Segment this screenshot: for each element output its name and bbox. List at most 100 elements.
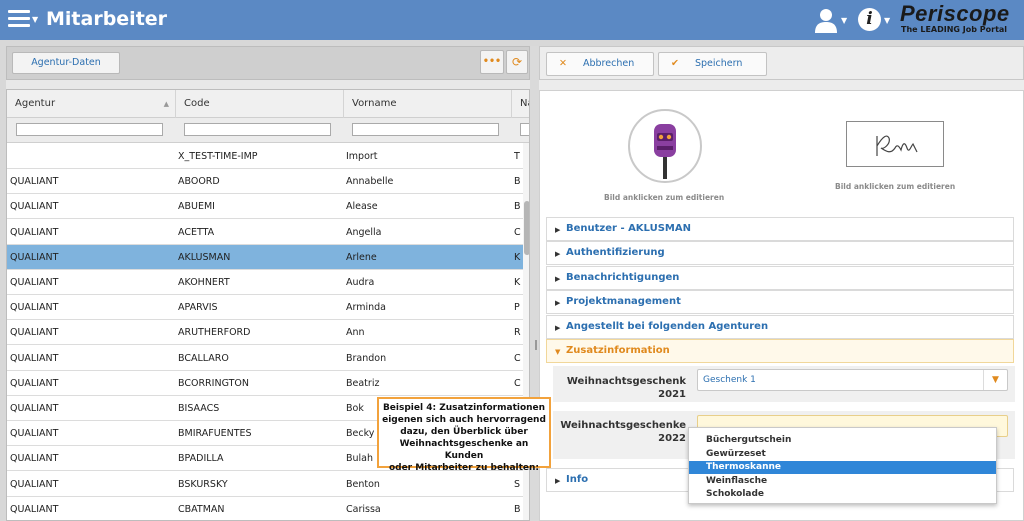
cell-code: APARVIS — [178, 302, 218, 314]
agentur-daten-button[interactable]: Agentur-Daten — [12, 52, 120, 74]
top-bar: ▼ Mitarbeiter ▼ i ▼ Periscope The LEADIN… — [0, 0, 1024, 40]
user-icon[interactable] — [813, 7, 839, 33]
cell-code: ABOORD — [178, 176, 220, 188]
cell-code: X_TEST-TIME-IMP — [178, 151, 258, 162]
cell-code: BSKURSKY — [178, 478, 228, 490]
refresh-icon[interactable]: ⟳ — [506, 50, 528, 74]
cell-nachname: S — [514, 478, 521, 490]
table-row[interactable]: QUALIANT APARVIS Arminda P — [7, 295, 523, 321]
save-button[interactable]: ✔ Speichern — [658, 52, 767, 76]
expand-triangle-icon: ▶ — [555, 226, 561, 234]
cell-agentur: QUALIANT — [10, 352, 59, 364]
cell-agentur: QUALIANT — [10, 428, 59, 440]
table-row[interactable]: QUALIANT ACETTA Angella C — [7, 219, 523, 245]
table-row[interactable]: QUALIANT BSKURSKY Benton S — [7, 471, 523, 497]
cell-vorname: Brandon — [346, 352, 387, 364]
table-row[interactable]: X_TEST-TIME-IMP Import T — [7, 144, 523, 169]
cell-agentur: QUALIANT — [10, 503, 59, 515]
cell-code: BCORRINGTON — [178, 377, 249, 389]
section-zusatzinformation[interactable]: ▼ Zusatzinformation — [546, 339, 1014, 363]
cell-vorname: Arminda — [346, 302, 387, 314]
section-benutzer[interactable]: ▶ Benutzer - AKLUSMAN — [546, 217, 1014, 241]
cell-code: BISAACS — [178, 403, 220, 414]
expand-triangle-icon: ▶ — [555, 299, 561, 307]
cell-nachname: P — [514, 302, 520, 314]
logo-tagline: The LEADING Job Portal — [901, 25, 1008, 34]
expand-triangle-icon: ▶ — [555, 324, 561, 332]
table-row[interactable]: QUALIANT ABUEMI Alease B — [7, 194, 523, 220]
filter-vorname-input[interactable] — [352, 123, 499, 136]
dropdown-option[interactable]: Weinflasche — [689, 475, 996, 488]
cell-agentur — [10, 144, 170, 169]
cell-code: CBATMAN — [178, 503, 225, 515]
cell-code: BMIRAFUENTES — [178, 428, 252, 440]
table-row[interactable]: QUALIANT BCALLARO Brandon C — [7, 345, 523, 371]
cell-nachname: C — [514, 226, 521, 238]
cell-agentur: QUALIANT — [10, 176, 59, 188]
grid-header: Agentur▲ Code Vorname Nac — [7, 90, 529, 118]
signature-image[interactable] — [846, 121, 944, 167]
table-row-selected[interactable]: QUALIANT AKLUSMAN Arlene K — [7, 244, 523, 270]
gift-2022-dropdown-list: Büchergutschein Gewürzeset Thermoskanne … — [688, 427, 997, 504]
table-row[interactable]: QUALIANT ARUTHERFORD Ann R — [7, 320, 523, 346]
cell-vorname: Angella — [346, 226, 382, 238]
column-header-agentur[interactable]: Agentur ▲ — [7, 90, 176, 118]
column-header-vorname[interactable]: Vorname — [344, 90, 512, 118]
chevron-down-icon: ▼ — [32, 15, 39, 24]
cell-agentur: QUALIANT — [10, 377, 59, 389]
cell-code: AKOHNERT — [178, 277, 230, 288]
robot-avatar-icon — [654, 124, 676, 179]
cell-vorname: Beatriz — [346, 377, 380, 389]
gift-2021-label: Weihnachtsgeschenk 2021 — [566, 376, 686, 400]
cell-nachname: C — [514, 352, 521, 364]
chevron-down-icon: ▼ — [983, 370, 1007, 390]
table-row[interactable]: QUALIANT BCORRINGTON Beatriz C — [7, 370, 523, 396]
cell-vorname: Carissa — [346, 503, 381, 515]
cell-vorname: Alease — [346, 201, 378, 213]
table-row[interactable]: QUALIANT AKOHNERT Audra K — [7, 270, 523, 295]
logo-text: Periscope — [900, 1, 1010, 26]
gift-2021-select[interactable]: Geschenk 1 ▼ — [697, 369, 1008, 391]
gift-2022-label: Weihnachtsgeschenke 2022 — [560, 420, 686, 444]
section-projektmanagement[interactable]: ▶ Projektmanagement — [546, 290, 1014, 314]
avatar-caption: Bild anklicken zum editieren — [604, 193, 725, 202]
detail-toolbar: ✕ Abbrechen ✔ Speichern — [539, 46, 1024, 80]
cancel-button[interactable]: ✕ Abbrechen — [546, 52, 654, 76]
filter-agentur-input[interactable] — [16, 123, 163, 136]
cell-code: ACETTA — [178, 226, 215, 238]
cell-nachname: T — [514, 151, 520, 162]
dropdown-option-highlighted[interactable]: Thermoskanne — [689, 461, 996, 474]
splitter-grip-icon — [535, 340, 537, 350]
dropdown-option[interactable]: Gewürzeset — [689, 448, 996, 461]
section-benachrichtigungen[interactable]: ▶ Benachrichtigungen — [546, 266, 1014, 290]
section-agenturen[interactable]: ▶ Angestellt bei folgenden Agenturen — [546, 315, 1014, 339]
dropdown-option[interactable]: Büchergutschein — [689, 434, 996, 447]
more-options-button[interactable]: ••• — [480, 50, 504, 74]
dropdown-option[interactable]: Schokolade — [689, 488, 996, 501]
signature-caption: Bild anklicken zum editieren — [835, 182, 956, 191]
cell-nachname: B — [514, 176, 521, 188]
cell-code: BCALLARO — [178, 352, 229, 364]
list-toolbar: Agentur-Daten ••• ⟳ — [6, 46, 530, 80]
cell-code: AKLUSMAN — [178, 251, 231, 263]
grid-filter-row — [7, 118, 529, 143]
sort-icon: ▲ — [163, 100, 169, 108]
expand-triangle-icon: ▶ — [555, 477, 561, 485]
cell-nachname: K — [514, 277, 521, 288]
column-header-code[interactable]: Code — [176, 90, 344, 118]
column-header-nachname[interactable]: Nac — [512, 90, 529, 118]
cell-nachname: K — [514, 251, 521, 263]
info-icon[interactable]: i — [858, 8, 881, 31]
menu-icon[interactable] — [8, 10, 30, 28]
cell-nachname: C — [514, 377, 521, 389]
filter-code-input[interactable] — [184, 123, 331, 136]
expand-triangle-icon: ▶ — [555, 250, 561, 258]
signature-icon — [876, 135, 918, 156]
filter-nachname-input[interactable] — [520, 123, 529, 136]
cell-agentur: QUALIANT — [10, 403, 59, 414]
table-row[interactable]: QUALIANT CBATMAN Carissa B — [7, 496, 523, 520]
profile-avatar[interactable] — [628, 109, 702, 183]
cell-agentur: QUALIANT — [10, 478, 59, 490]
table-row[interactable]: QUALIANT ABOORD Annabelle B — [7, 169, 523, 195]
section-authentifizierung[interactable]: ▶ Authentifizierung — [546, 241, 1014, 265]
